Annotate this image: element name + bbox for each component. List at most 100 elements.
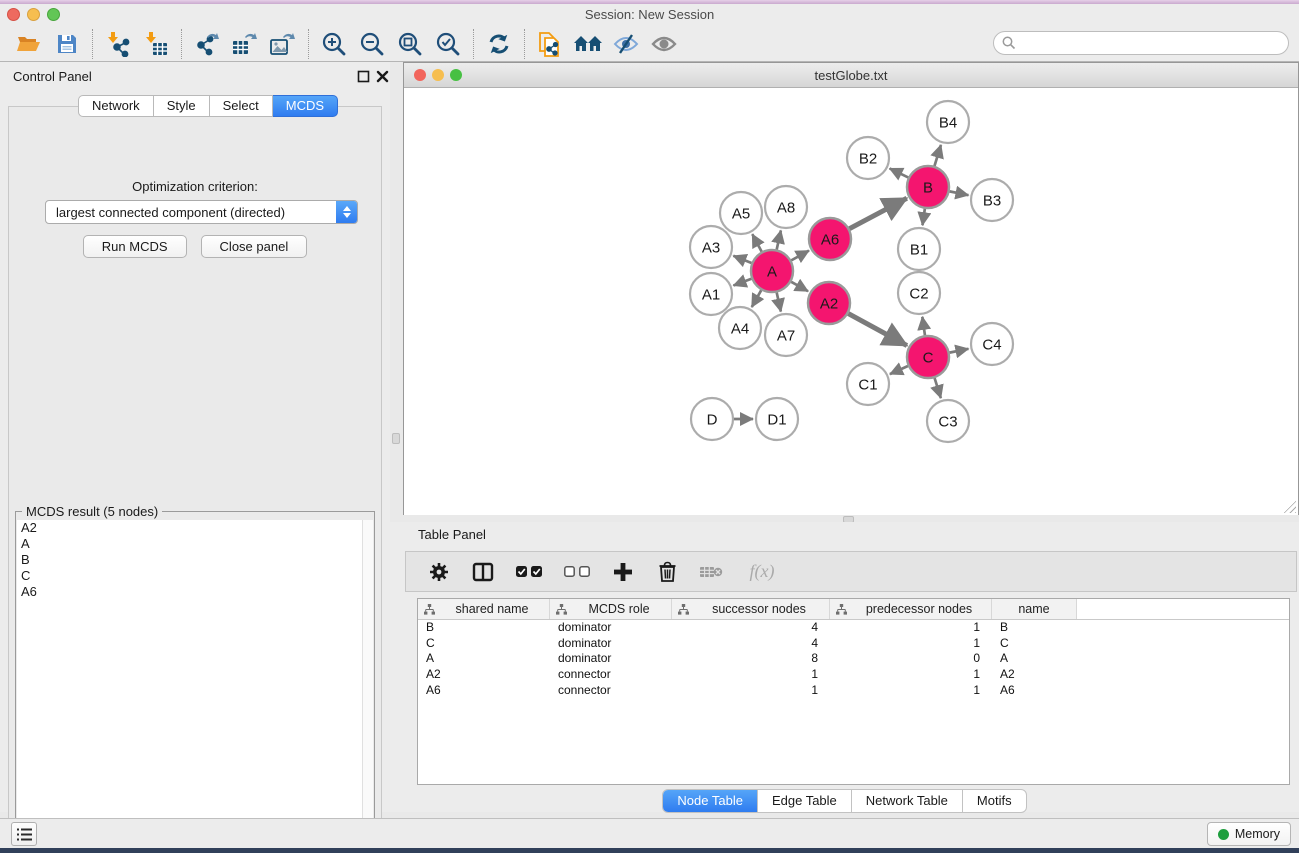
zoom-in-button[interactable] [315,28,353,60]
graph-node-B4[interactable]: B4 [927,101,969,143]
zoom-out-button[interactable] [353,28,391,60]
tab-network[interactable]: Network [78,95,154,117]
tab-network-table[interactable]: Network Table [851,790,962,812]
create-column-button[interactable] [608,557,638,587]
zoom-window-button[interactable] [47,8,60,21]
graph-edge-A-A8[interactable] [777,230,781,249]
search-input[interactable] [1021,36,1280,51]
show-columns-button[interactable] [468,557,498,587]
column-header-predecessor-nodes[interactable]: predecessor nodes [830,599,992,619]
minimize-window-button[interactable] [27,8,40,21]
first-neighbors-button[interactable] [569,28,607,60]
graph-node-A[interactable]: A [751,250,793,292]
graph-edge-A6-B[interactable] [849,198,906,228]
table-settings-button[interactable] [424,557,454,587]
close-window-button[interactable] [7,8,20,21]
criterion-dropdown[interactable]: largest connected component (directed) [45,200,358,224]
close-network-button[interactable] [414,69,426,81]
tab-style[interactable]: Style [154,95,210,117]
show-graphics-details-button[interactable] [645,28,683,60]
graph-edge-A-A3[interactable] [733,256,751,263]
export-table-button[interactable] [226,28,264,60]
table-row[interactable]: Cdominator41C [418,636,1289,652]
graph-node-B[interactable]: B [907,166,949,208]
select-all-button[interactable] [512,557,546,587]
hide-graphics-details-button[interactable] [607,28,645,60]
float-panel-icon[interactable] [357,70,370,83]
tab-motifs[interactable]: Motifs [962,790,1026,812]
new-network-from-file-button[interactable] [531,28,569,60]
graph-edge-A-A5[interactable] [752,234,761,251]
graph-edge-A-A1[interactable] [733,279,751,286]
table-row[interactable]: Adominator80A [418,651,1289,667]
graph-node-D1[interactable]: D1 [756,398,798,440]
table-row[interactable]: Bdominator41B [418,620,1289,636]
minimize-network-button[interactable] [432,69,444,81]
tab-node-table[interactable]: Node Table [663,790,757,812]
run-mcds-button[interactable]: Run MCDS [83,235,187,258]
graph-edge-C-C3[interactable] [935,378,941,398]
mcds-result-item[interactable]: A2 [17,520,363,536]
memory-button[interactable]: Memory [1207,822,1291,846]
column-header-name[interactable]: name [992,599,1077,619]
graph-node-A7[interactable]: A7 [765,314,807,356]
graph-edge-A-A2[interactable] [791,282,808,291]
graph-node-A2[interactable]: A2 [808,282,850,324]
close-panel-icon[interactable] [376,70,389,83]
export-image-button[interactable] [264,28,302,60]
delete-column-button[interactable] [652,557,682,587]
zoom-selected-button[interactable] [429,28,467,60]
column-header-MCDS-role[interactable]: MCDS role [550,599,672,619]
task-history-button[interactable] [11,822,37,846]
graph-node-B3[interactable]: B3 [971,179,1013,221]
zoom-network-button[interactable] [450,69,462,81]
graph-node-A1[interactable]: A1 [690,273,732,315]
graph-node-C3[interactable]: C3 [927,400,969,442]
mcds-result-item[interactable]: B [17,552,363,568]
graph-node-A3[interactable]: A3 [690,226,732,268]
network-window-titlebar[interactable]: testGlobe.txt [404,63,1298,88]
graph-edge-C-C1[interactable] [890,366,908,374]
mcds-result-scrollbar[interactable] [362,520,373,848]
graph-edge-A-A7[interactable] [777,292,781,311]
vertical-split-grip[interactable] [392,433,400,444]
tab-edge-table[interactable]: Edge Table [757,790,851,812]
graph-node-A8[interactable]: A8 [765,186,807,228]
tab-select[interactable]: Select [210,95,273,117]
column-header-successor-nodes[interactable]: successor nodes [672,599,830,619]
graph-edge-B-B4[interactable] [934,145,940,166]
save-session-button[interactable] [48,28,86,60]
mcds-result-item[interactable]: A6 [17,584,363,600]
apply-layout-button[interactable] [480,28,518,60]
column-header-shared-name[interactable]: shared name [418,599,550,619]
graph-edge-C-C4[interactable] [950,349,969,353]
graph-node-B2[interactable]: B2 [847,137,889,179]
import-network-button[interactable] [99,28,137,60]
table-row[interactable]: A2connector11A2 [418,667,1289,683]
graph-edge-B-B3[interactable] [950,191,969,195]
export-network-button[interactable] [188,28,226,60]
close-panel-button[interactable]: Close panel [201,235,308,258]
graph-edge-C-C2[interactable] [922,317,925,335]
search-field[interactable] [993,31,1289,55]
delete-table-button[interactable] [696,557,726,587]
graph-node-B1[interactable]: B1 [898,228,940,270]
open-session-button[interactable] [10,28,48,60]
table-row[interactable]: A6connector11A6 [418,683,1289,699]
zoom-fit-button[interactable] [391,28,429,60]
graph-node-C[interactable]: C [907,336,949,378]
graph-edge-B-B2[interactable] [890,168,909,177]
graph-edge-A-A4[interactable] [752,290,761,307]
network-canvas[interactable]: B4 B2 B B3 A5A8A6 B1 A3 A C2 A1 A2 A4A7 C4 C C1 C3 D D1 [404,89,1298,515]
graph-edge-B-B1[interactable] [922,209,924,225]
graph-node-A5[interactable]: A5 [720,192,762,234]
graph-node-C2[interactable]: C2 [898,272,940,314]
function-builder-button[interactable]: f(x) [740,557,784,587]
graph-node-A6[interactable]: A6 [809,218,851,260]
graph-node-A4[interactable]: A4 [719,307,761,349]
graph-edge-A-A6[interactable] [791,251,809,261]
mcds-result-item[interactable]: C [17,568,363,584]
graph-node-D[interactable]: D [691,398,733,440]
graph-node-C1[interactable]: C1 [847,363,889,405]
graph-node-C4[interactable]: C4 [971,323,1013,365]
